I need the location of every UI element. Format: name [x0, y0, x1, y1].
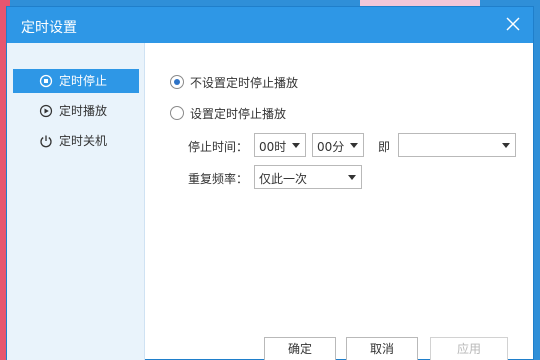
- cancel-button[interactable]: 取消: [346, 337, 418, 360]
- sidebar-item-label: 定时播放: [59, 104, 108, 118]
- chevron-down-icon: [292, 143, 300, 148]
- hour-value: 00时: [259, 140, 287, 154]
- set-stop-radio[interactable]: [170, 106, 184, 120]
- chevron-down-icon: [502, 143, 510, 148]
- chevron-down-icon: [348, 175, 356, 180]
- sidebar-item-label: 定时停止: [59, 74, 108, 88]
- minute-select[interactable]: 00分: [312, 133, 364, 157]
- minute-value: 00分: [317, 140, 345, 154]
- result-prefix-label: 即: [378, 140, 391, 154]
- hour-select[interactable]: 00时: [254, 133, 306, 157]
- no-stop-radio[interactable]: [170, 75, 184, 89]
- chevron-down-icon: [350, 143, 358, 148]
- power-icon: [40, 135, 52, 148]
- timer-settings-dialog: 定时设置 定时停止 定时播放 定时关机 不设置定时停止播放 设置定时停止播放 停…: [6, 6, 534, 360]
- repeat-label: 重复频率：: [188, 172, 249, 186]
- close-icon[interactable]: [503, 14, 523, 34]
- repeat-select[interactable]: 仅此一次: [254, 165, 362, 189]
- sidebar: 定时停止 定时播放 定时关机: [7, 43, 145, 360]
- content-panel: 不设置定时停止播放 设置定时停止播放 停止时间： 00时 00分 即 重复频率：…: [146, 43, 533, 360]
- title-bar: 定时设置: [7, 7, 533, 43]
- repeat-value: 仅此一次: [259, 172, 308, 186]
- sidebar-item-timed-shutdown[interactable]: 定时关机: [13, 129, 139, 153]
- sidebar-item-timed-stop[interactable]: 定时停止: [13, 69, 139, 93]
- stop-clock-icon: [39, 74, 53, 88]
- set-stop-label: 设置定时停止播放: [190, 107, 287, 121]
- sidebar-item-label: 定时关机: [59, 134, 108, 148]
- no-stop-label: 不设置定时停止播放: [190, 76, 299, 90]
- dialog-title: 定时设置: [21, 20, 77, 36]
- play-clock-icon: [39, 104, 53, 118]
- sidebar-item-timed-play[interactable]: 定时播放: [13, 99, 139, 123]
- ok-button[interactable]: 确定: [264, 337, 336, 360]
- result-select[interactable]: [398, 133, 516, 157]
- stop-time-label: 停止时间：: [188, 140, 249, 154]
- apply-button[interactable]: 应用: [430, 337, 508, 360]
